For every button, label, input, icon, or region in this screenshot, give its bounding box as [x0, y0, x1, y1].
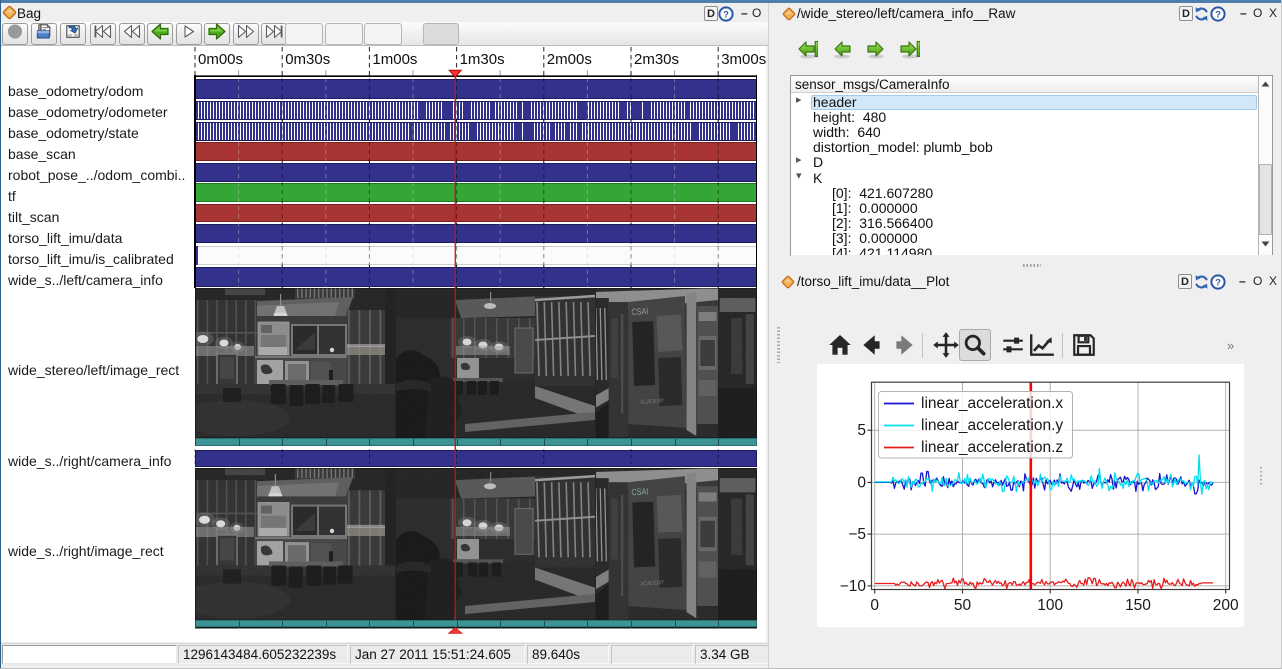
- svg-text:linear_acceleration.x: linear_acceleration.x: [921, 395, 1063, 412]
- svg-text:linear_acceleration.z: linear_acceleration.z: [921, 439, 1063, 456]
- svg-text:0: 0: [857, 474, 866, 491]
- svg-text:100: 100: [1037, 597, 1063, 614]
- svg-text:50: 50: [954, 597, 972, 614]
- svg-text:150: 150: [1125, 597, 1151, 614]
- svg-text:−10: −10: [840, 578, 867, 595]
- svg-text:5: 5: [857, 422, 866, 439]
- svg-text:200: 200: [1213, 597, 1239, 614]
- svg-text:linear_acceleration.y: linear_acceleration.y: [921, 417, 1063, 434]
- svg-text:−5: −5: [848, 526, 866, 543]
- svg-text:0: 0: [870, 597, 879, 614]
